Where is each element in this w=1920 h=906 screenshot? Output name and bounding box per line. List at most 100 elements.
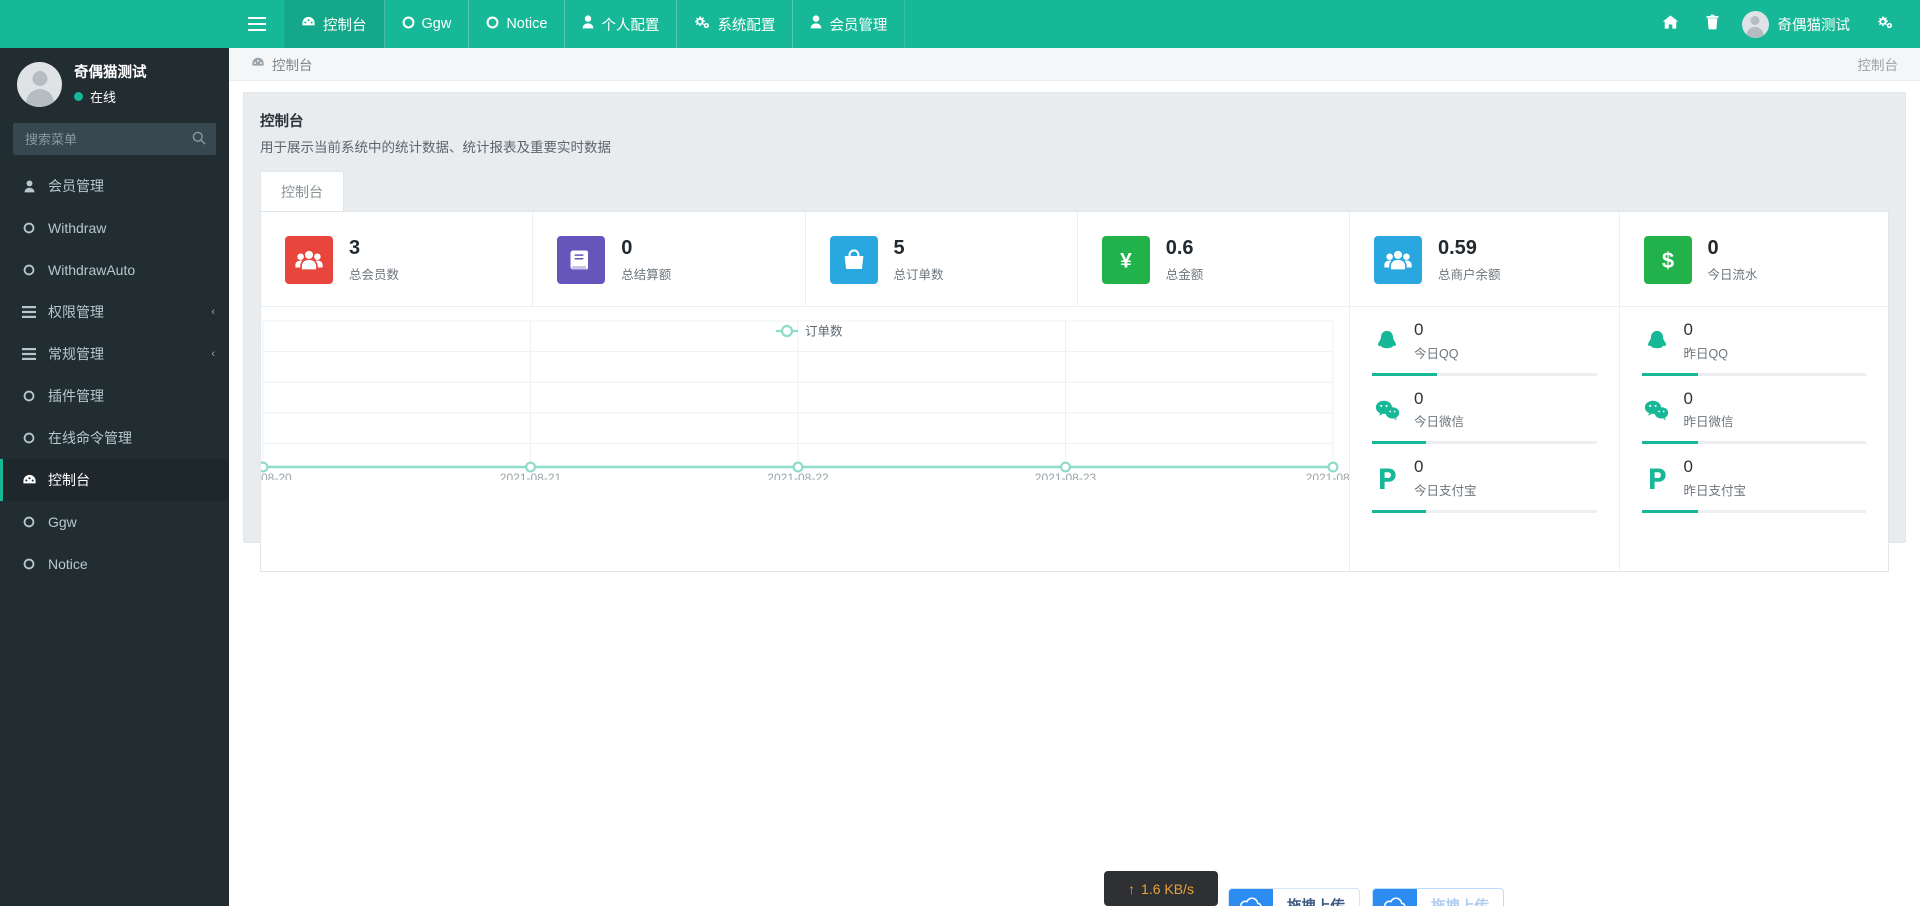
- home-button[interactable]: [1650, 0, 1692, 48]
- breadcrumb-bar: 控制台 控制台: [229, 48, 1920, 81]
- stat-value: 3: [349, 237, 361, 259]
- mini-stat-yesterday-qq[interactable]: 0 昨日QQ: [1620, 307, 1889, 376]
- stat-label: 总结算额: [621, 268, 672, 282]
- search-button[interactable]: [182, 123, 216, 155]
- mini-stat-text: 0 昨日微信: [1683, 388, 1734, 431]
- user-menu-button[interactable]: 奇偶猫测试: [1734, 0, 1865, 48]
- svg-text:$: $: [1661, 248, 1673, 273]
- stat-card-text: 0 今日流水: [1708, 237, 1758, 283]
- dashboard-panel: 控制台 用于展示当前系统中的统计数据、统计报表及重要实时数据 控制台 3 总会员…: [243, 92, 1906, 572]
- nav-item-ggw[interactable]: Ggw: [383, 0, 470, 48]
- stat-card-text: 0.6 总金额: [1166, 237, 1204, 283]
- clear-cache-button[interactable]: [1692, 0, 1734, 48]
- upload-button-secondary[interactable]: 拖拽上传: [1372, 888, 1504, 906]
- breadcrumb-label[interactable]: 控制台: [272, 54, 313, 74]
- dashboard-icon: [21, 473, 37, 488]
- sidebar-menu: 会员管理 Withdraw WithdrawAuto 权限管理 ‹ 常规管理 ‹…: [0, 165, 229, 585]
- sidebar-item-notice[interactable]: Notice: [0, 543, 229, 585]
- mini-stat-value: 0: [1683, 388, 1693, 408]
- alipay-icon: [1642, 464, 1672, 494]
- search-icon: [192, 131, 206, 148]
- navbar-username: 奇偶猫测试: [1777, 17, 1851, 34]
- mini-stat-label: 昨日支付宝: [1683, 484, 1747, 499]
- avatar: [1741, 10, 1769, 38]
- stat-value: 0.6: [1165, 237, 1194, 259]
- sidebar-toggle-button[interactable]: [229, 0, 284, 48]
- sidebar-item-permission-management[interactable]: 权限管理 ‹: [0, 291, 229, 333]
- alipay-icon: [1372, 464, 1402, 494]
- stat-card-total-members[interactable]: 3 总会员数: [261, 212, 534, 306]
- upload-button-primary[interactable]: 拖拽上传: [1228, 888, 1360, 906]
- chart-x-axis-labels: 08-20 2021-08-21 2021-08-22 2021-08-23 2…: [261, 471, 1349, 480]
- hamburger-icon: [247, 17, 266, 31]
- sidebar-user-info: 奇偶猫测试 在线: [74, 63, 147, 107]
- chevron-left-icon: ‹: [211, 348, 215, 360]
- mini-stat-yesterday-wechat[interactable]: 0 昨日微信: [1620, 376, 1889, 445]
- upload-button-label: 拖拽上传: [1273, 895, 1359, 906]
- stat-card-text: 0 总结算额: [621, 237, 671, 283]
- stat-card-total-settlement[interactable]: 0 总结算额: [533, 212, 806, 306]
- stat-card-total-amount[interactable]: ¥ 0.6 总金额: [1078, 212, 1349, 306]
- cloud-upload-icon: [1229, 889, 1273, 906]
- nav-item-member-management[interactable]: 会员管理: [792, 0, 906, 48]
- sidebar-item-withdrawauto[interactable]: WithdrawAuto: [0, 249, 229, 291]
- sidebar-item-plugin-management[interactable]: 插件管理: [0, 375, 229, 417]
- stat-card-today-turnover[interactable]: $ 0 今日流水: [1619, 212, 1888, 307]
- sidebar-item-ggw[interactable]: Ggw: [0, 501, 229, 543]
- stat-card-total-merchant-balance[interactable]: 0.59 总商户余额: [1350, 212, 1619, 307]
- stat-card-row-primary: 3 总会员数 0 总结算额 5 总订单数 ¥ 0.6 总金额: [261, 212, 1349, 307]
- mini-stat-yesterday-alipay[interactable]: 0 昨日支付宝: [1620, 444, 1889, 514]
- nav-item-personal-config[interactable]: 个人配置: [564, 0, 678, 48]
- stat-card-total-orders[interactable]: 5 总订单数: [806, 212, 1078, 306]
- mini-stat-today-qq[interactable]: 0 今日QQ: [1350, 307, 1619, 376]
- upload-widget-group: 拖拽上传 拖拽上传: [1228, 888, 1504, 906]
- mini-stat-today-alipay[interactable]: 0 今日支付宝: [1350, 444, 1619, 514]
- chart-x-tick: 2021-08-2: [1306, 471, 1349, 480]
- chart-legend-label: 订单数: [805, 324, 843, 339]
- sidebar-item-member-management[interactable]: 会员管理: [0, 165, 229, 207]
- avatar: [17, 62, 62, 107]
- dollar-icon: $: [1643, 236, 1692, 284]
- stat-label: 总金额: [1165, 268, 1204, 282]
- mini-stat-label: 今日微信: [1414, 415, 1465, 430]
- mini-stat-text: 0 今日微信: [1414, 389, 1465, 431]
- settings-button[interactable]: [1864, 0, 1906, 48]
- mini-stat-text: 0 昨日支付宝: [1684, 458, 1747, 499]
- sidebar-item-withdraw[interactable]: Withdraw: [0, 207, 229, 249]
- sidebar-item-label: 常规管理: [48, 346, 104, 362]
- sidebar-item-label: Ggw: [48, 514, 77, 530]
- top-navbar: 控制台 Ggw Notice 个人配置 系统配置 会员管理 奇偶猫测试: [0, 0, 1920, 48]
- sidebar-item-label: Notice: [48, 556, 88, 572]
- sidebar: 奇偶猫测试 在线 会员管理 Withdraw: [0, 48, 229, 906]
- sidebar-item-label: 会员管理: [48, 178, 104, 194]
- nav-item-dashboard[interactable]: 控制台: [283, 0, 385, 48]
- stat-value: 0.59: [1438, 237, 1477, 259]
- mini-stat-label: 昨日微信: [1683, 415, 1734, 430]
- circle-icon: [21, 432, 37, 444]
- sidebar-status: 在线: [74, 87, 147, 106]
- nav-item-system-config[interactable]: 系统配置: [676, 0, 794, 48]
- sidebar-status-label: 在线: [90, 90, 117, 106]
- chevron-left-icon: ‹: [211, 306, 215, 318]
- nav-item-notice[interactable]: Notice: [468, 0, 566, 48]
- nav-item-label: Notice: [506, 16, 548, 32]
- stat-value: 0: [1707, 237, 1719, 259]
- circle-icon: [402, 16, 415, 33]
- stat-card-text: 0.59 总商户余额: [1438, 237, 1501, 283]
- orders-line-chart: 订单数 08-20 2021-08-21 2021-08-22 2021-08-…: [261, 307, 1349, 480]
- sidebar-item-online-command-management[interactable]: 在线命令管理: [0, 417, 229, 459]
- mini-stat-today-wechat[interactable]: 0 今日微信: [1350, 376, 1619, 445]
- sidebar-item-general-management[interactable]: 常规管理 ‹: [0, 333, 229, 375]
- book-icon: [557, 236, 606, 284]
- dashboard-right-column: 0.59 总商户余额 0 今日QQ 0 今日微信 0 今日支付宝 $ 0 今日流…: [1350, 212, 1888, 571]
- page-subtitle: 用于展示当前系统中的统计数据、统计报表及重要实时数据: [260, 140, 611, 155]
- sidebar-user-panel[interactable]: 奇偶猫测试 在线: [0, 48, 229, 119]
- qq-icon: [1372, 326, 1402, 356]
- tab-panel-dashboard: 3 总会员数 0 总结算额 5 总订单数 ¥ 0.6 总金额 订单数 08-20…: [260, 211, 1889, 572]
- stat-label: 总商户余额: [1438, 268, 1501, 282]
- chart-x-tick: 08-20: [261, 471, 292, 480]
- network-speed-indicator[interactable]: ↑ 1.6 KB/s: [1104, 871, 1218, 906]
- sidebar-item-dashboard[interactable]: 控制台: [0, 459, 229, 501]
- home-icon: [1662, 14, 1679, 35]
- tab-dashboard[interactable]: 控制台: [260, 171, 344, 211]
